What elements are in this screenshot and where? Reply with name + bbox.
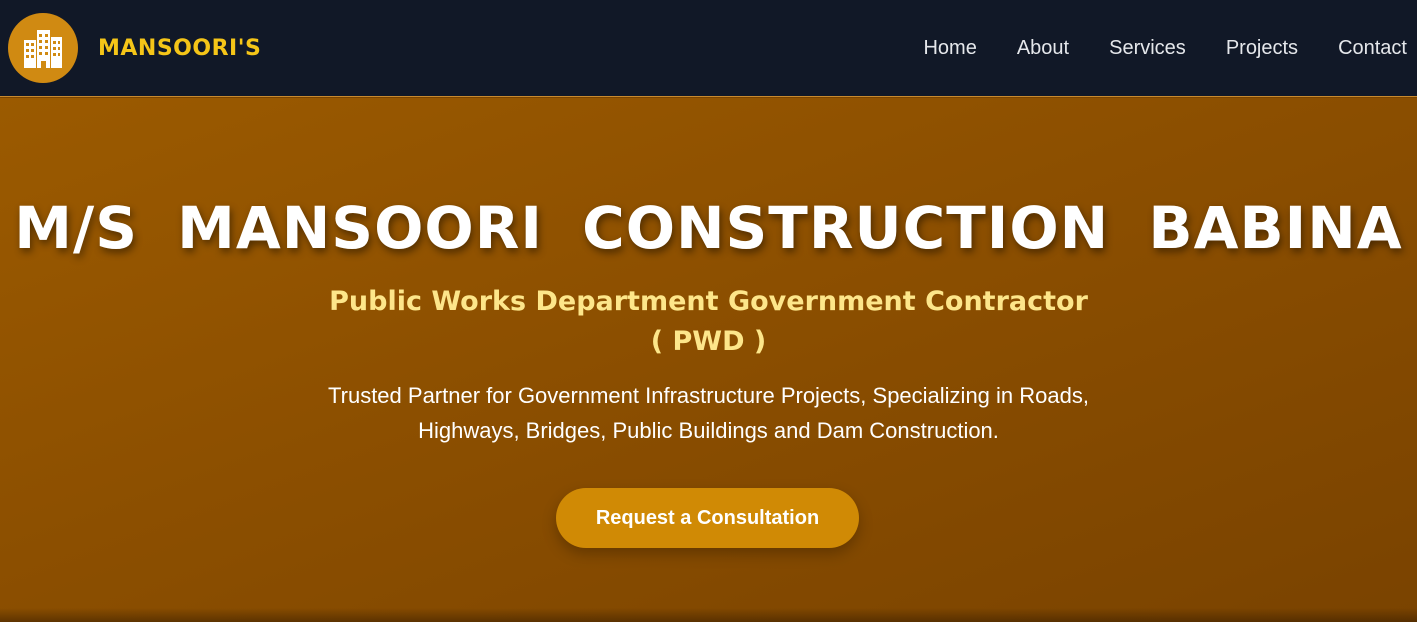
hero-subtitle-line1: Public Works Department Government Contr… <box>329 286 1088 317</box>
hero-description: Trusted Partner for Government Infrastru… <box>0 378 1417 448</box>
hero-description-line2: Highways, Bridges, Public Buildings and … <box>418 418 999 443</box>
navbar: MANSOORI'S Home About Services Projects … <box>0 0 1417 97</box>
nav-services-link[interactable]: Services <box>1109 37 1186 60</box>
nav-contact-link[interactable]: Contact <box>1338 37 1407 60</box>
nav-projects-link[interactable]: Projects <box>1226 37 1298 60</box>
hero-section: M/S MANSOORI CONSTRUCTION BABINA Public … <box>0 98 1417 622</box>
brand[interactable]: MANSOORI'S <box>8 13 261 83</box>
request-consultation-button[interactable]: Request a Consultation <box>556 488 859 548</box>
main-nav: Home About Services Projects Contact <box>883 37 1407 60</box>
hero-title: M/S MANSOORI CONSTRUCTION BABINA <box>14 194 1403 262</box>
brand-name[interactable]: MANSOORI'S <box>98 36 261 61</box>
hero-description-line1: Trusted Partner for Government Infrastru… <box>328 383 1089 408</box>
hero-subtitle-line2: ( PWD ) <box>650 326 767 357</box>
nav-home-link[interactable]: Home <box>923 37 976 60</box>
nav-about-link[interactable]: About <box>1017 37 1069 60</box>
buildings-icon <box>24 30 62 68</box>
logo[interactable] <box>8 13 78 83</box>
hero-subtitle: Public Works Department Government Contr… <box>0 282 1417 362</box>
